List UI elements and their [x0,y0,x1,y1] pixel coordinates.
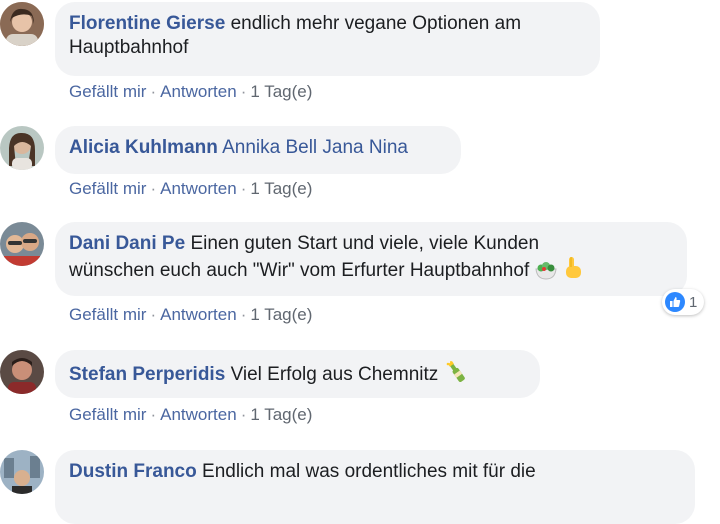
separator: · [240,405,247,424]
reaction-count-badge[interactable]: 1 [662,289,705,315]
avatar[interactable] [0,350,44,394]
avatar[interactable] [0,222,44,266]
comment-timestamp[interactable]: 1 Tag(e) [250,405,312,424]
reply-link[interactable]: Antworten [160,405,237,424]
avatar[interactable] [0,126,44,170]
avatar[interactable] [0,2,44,46]
comment-actions: Gefällt mir · Antworten · 1 Tag(e) [69,82,312,102]
comment-author[interactable]: Alicia Kuhlmann [69,137,218,158]
tagged-users[interactable]: Annika Bell Jana Nina [222,137,408,158]
separator: · [150,82,157,101]
like-link[interactable]: Gefällt mir [69,405,146,424]
champagne-emoji-icon [444,360,468,391]
comment-author[interactable]: Dani Dani Pe [69,233,185,254]
comment-bubble: Alicia Kuhlmann Annika Bell Jana Nina [55,126,461,174]
comment-text: Endlich mal was ordentliches mit für die [202,461,536,482]
like-link[interactable]: Gefällt mir [69,305,146,324]
comment-author[interactable]: Stefan Perperidis [69,364,225,385]
like-link[interactable]: Gefällt mir [69,82,146,101]
salad-emoji-icon [534,260,557,287]
reply-link[interactable]: Antworten [160,179,237,198]
comment-author[interactable]: Dustin Franco [69,461,197,482]
pointing-up-hand-emoji-icon [562,256,584,287]
separator: · [240,179,247,198]
like-link[interactable]: Gefällt mir [69,179,146,198]
comment-actions: Gefällt mir · Antworten · 1 Tag(e) [69,305,312,325]
comment-text: Viel Erfolg aus Chemnitz [230,364,439,385]
comment-actions: Gefällt mir · Antworten · 1 Tag(e) [69,405,312,425]
reply-link[interactable]: Antworten [160,82,237,101]
avatar[interactable] [0,450,44,494]
reaction-count: 1 [689,293,698,311]
comment-bubble: Dustin Franco Endlich mal was ordentlich… [55,450,695,524]
separator: · [150,405,157,424]
comment-actions: Gefällt mir · Antworten · 1 Tag(e) [69,179,312,199]
separator: · [240,305,247,324]
comment-text-line2: Hauptbahnhof [69,37,189,58]
comment-bubble: Stefan Perperidis Viel Erfolg aus Chemni… [55,350,540,398]
comment-author[interactable]: Florentine Gierse [69,13,225,34]
comment-timestamp[interactable]: 1 Tag(e) [250,305,312,324]
separator: · [240,82,247,101]
comment-timestamp[interactable]: 1 Tag(e) [250,179,312,198]
comment-text: Einen guten Start und viele, viele Kunde… [190,233,540,254]
comment-timestamp[interactable]: 1 Tag(e) [250,82,312,101]
comment-bubble: Dani Dani Pe Einen guten Start und viele… [55,222,687,296]
reply-link[interactable]: Antworten [160,305,237,324]
separator: · [150,305,157,324]
comment-bubble: Florentine Gierse endlich mehr vegane Op… [55,2,600,76]
thumbs-up-icon [665,292,685,312]
comment-text: endlich mehr vegane Optionen am [230,13,522,34]
comment-text-line2: wünschen euch auch "Wir" vom Erfurter Ha… [69,260,530,281]
separator: · [150,179,157,198]
